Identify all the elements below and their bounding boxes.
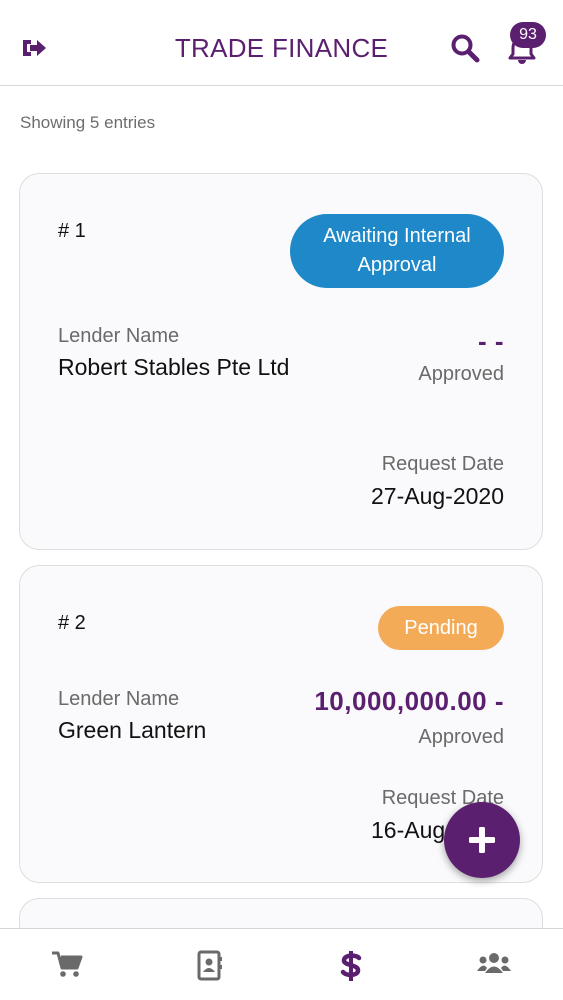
- request-date-value: 27-Aug-2020: [371, 483, 504, 509]
- amount-value: - -: [477, 326, 504, 356]
- dollar-icon[interactable]: [338, 949, 378, 985]
- add-button[interactable]: [444, 802, 520, 878]
- notification-badge[interactable]: 93: [510, 22, 546, 48]
- card-number: # 2: [58, 612, 86, 634]
- plus-icon: [469, 827, 495, 853]
- approved-label: Approved: [418, 726, 504, 748]
- contacts-icon[interactable]: [194, 949, 234, 985]
- lender-name: Green Lantern: [58, 717, 207, 743]
- lender-name: Robert Stables Pte Ltd: [58, 354, 290, 380]
- cart-icon[interactable]: [50, 949, 90, 985]
- app-header: TRADE FINANCE 93: [0, 0, 563, 86]
- request-date-label: Request Date: [381, 453, 504, 475]
- lender-label: Lender Name: [58, 688, 180, 710]
- users-icon[interactable]: [476, 949, 516, 985]
- lender-label: Lender Name: [58, 325, 180, 347]
- status-badge: Awaiting Internal Approval: [290, 214, 504, 288]
- status-badge: Pending: [378, 606, 504, 650]
- entries-count: Showing 5 entries: [20, 113, 156, 132]
- card-number: # 1: [58, 220, 86, 242]
- bottom-navigation: [0, 928, 563, 1000]
- amount-value: 10,000,000.00 -: [314, 686, 504, 716]
- finance-card[interactable]: # 1 Awaiting Internal Approval Lender Na…: [19, 173, 543, 550]
- approved-label: Approved: [418, 363, 504, 385]
- search-icon[interactable]: [450, 33, 480, 63]
